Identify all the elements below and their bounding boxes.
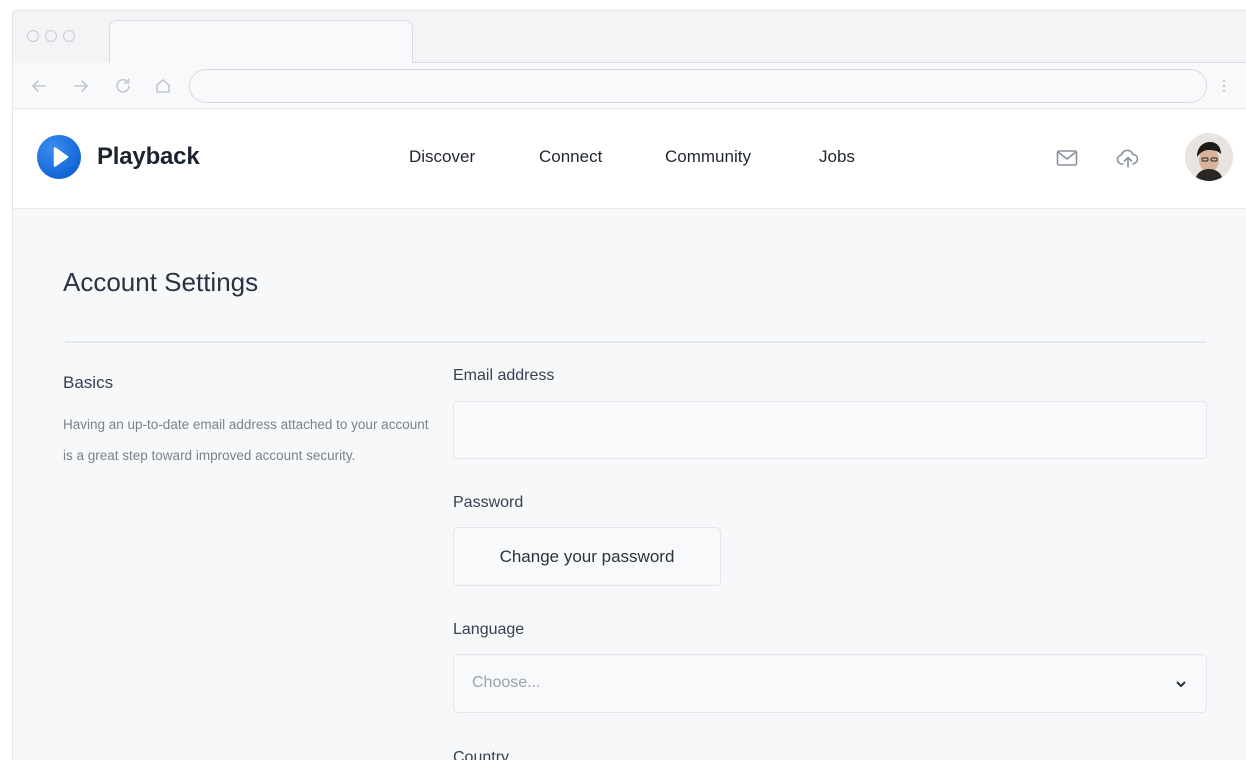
language-label: Language — [453, 621, 525, 638]
browser-tab-bar — [13, 11, 1246, 64]
avatar[interactable] — [1185, 133, 1233, 181]
reload-icon[interactable] — [113, 76, 133, 96]
language-select-value: Choose... — [472, 674, 541, 691]
nav-connect[interactable]: Connect — [539, 147, 602, 167]
window-controls — [27, 30, 75, 42]
section-title: Basics — [63, 373, 114, 392]
email-label: Email address — [453, 367, 555, 384]
language-select[interactable]: Choose... — [453, 654, 1207, 713]
settings-content: Account Settings Basics Having an up-to-… — [13, 209, 1246, 760]
nav-discover[interactable]: Discover — [409, 147, 475, 167]
brand-name[interactable]: Playback — [97, 143, 200, 171]
change-password-button[interactable]: Change your password — [453, 527, 721, 586]
browser-window: Playback Discover Connect Community Jobs — [12, 10, 1246, 760]
more-vertical-icon[interactable] — [1221, 77, 1227, 99]
address-bar[interactable] — [189, 69, 1207, 103]
home-icon[interactable] — [153, 76, 173, 96]
nav-jobs[interactable]: Jobs — [819, 147, 855, 167]
password-label: Password — [453, 494, 524, 511]
browser-tab[interactable] — [109, 20, 413, 64]
mail-icon[interactable] — [1054, 145, 1080, 171]
section-description: Having an up-to-date email address attac… — [63, 417, 429, 463]
nav-community[interactable]: Community — [665, 147, 751, 167]
browser-toolbar — [13, 63, 1246, 109]
minimize-window-button[interactable] — [45, 30, 57, 42]
email-field[interactable] — [453, 401, 1207, 459]
site-header: Playback Discover Connect Community Jobs — [13, 109, 1246, 209]
close-window-button[interactable] — [27, 30, 39, 42]
back-icon[interactable] — [29, 76, 49, 96]
maximize-window-button[interactable] — [63, 30, 75, 42]
upload-cloud-icon[interactable] — [1115, 145, 1141, 171]
play-logo-icon[interactable] — [37, 135, 81, 179]
page-title: Account Settings — [63, 267, 259, 297]
title-divider — [65, 341, 1206, 343]
chevron-down-icon — [1176, 681, 1186, 687]
forward-icon[interactable] — [71, 76, 91, 96]
country-label: Country — [453, 749, 510, 760]
